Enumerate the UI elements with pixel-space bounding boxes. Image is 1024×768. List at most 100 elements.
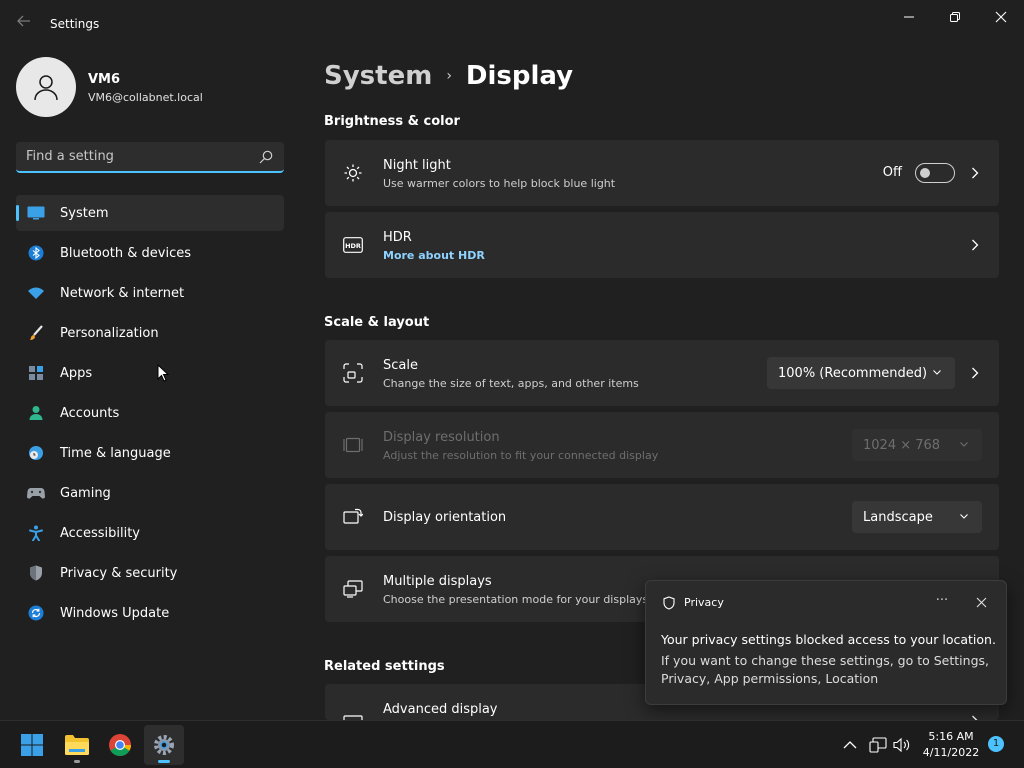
night-light-state: Off [882,165,902,180]
scale-dropdown[interactable]: 100% (Recommended) [767,357,955,389]
gamepad-icon [27,485,45,501]
active-indicator [158,760,170,763]
network-tray-icon[interactable] [868,735,888,755]
avatar [16,57,76,117]
start-button[interactable] [12,725,52,765]
accounts-person-icon [27,405,45,421]
notification-count-badge[interactable]: 1 [988,736,1004,752]
sidebar-item-label: Privacy & security [60,565,178,581]
section-title-scale-layout: Scale & layout [324,315,430,330]
update-icon [27,605,45,621]
chevron-up-icon[interactable] [840,735,860,755]
resolution-value: 1024 × 768 [863,437,941,453]
sidebar-item-time-language[interactable]: Time & language [16,435,284,471]
resolution-icon [343,435,363,455]
scale-value: 100% (Recommended) [778,365,928,381]
user-email: VM6@collabnet.local [88,91,203,104]
bluetooth-icon [27,245,45,261]
user-profile[interactable]: VM6 VM6@collabnet.local [16,57,286,117]
display-orientation-card[interactable]: Display orientation Landscape [325,484,999,550]
night-light-toggle[interactable] [915,163,955,183]
user-name: VM6 [88,72,121,87]
privacy-notification[interactable]: Privacy ··· Your privacy settings blocke… [645,580,1007,705]
restore-icon [950,12,960,22]
title-bar: Settings [0,0,1024,48]
night-light-card[interactable]: Night light Use warmer colors to help bl… [325,140,999,206]
multiple-displays-title: Multiple displays [383,574,492,589]
back-button[interactable] [14,14,34,34]
scale-card[interactable]: Scale Change the size of text, apps, and… [325,340,999,406]
clock-globe-icon [27,445,45,461]
hdr-card[interactable]: HDR HDR More about HDR [325,212,999,278]
svg-text:HDR: HDR [345,242,361,250]
taskbar-clock[interactable]: 5:16 AM 4/11/2022 [918,729,984,761]
brush-icon [27,325,45,341]
multiple-displays-subtitle: Choose the presentation mode for your di… [383,593,649,606]
night-light-title: Night light [383,158,451,173]
notification-close-button[interactable] [971,592,991,612]
shield-outline-icon [663,596,675,610]
chevron-down-icon [960,442,968,447]
running-indicator [74,760,80,763]
section-title-related: Related settings [324,659,445,674]
volume-icon[interactable] [892,735,912,755]
sidebar-item-gaming[interactable]: Gaming [16,475,284,511]
wifi-icon [27,285,45,301]
shield-icon [27,565,45,581]
notification-body: If you want to change these settings, go… [661,653,989,686]
chrome-button[interactable] [100,725,140,765]
monitor-icon [27,205,45,221]
orientation-icon [343,507,363,527]
taskbar: 5:16 AM 4/11/2022 1 [0,720,1024,768]
scale-subtitle: Change the size of text, apps, and other… [383,377,639,390]
notification-app-name: Privacy [684,596,724,609]
sidebar-item-label: Personalization [60,325,159,341]
minimize-button[interactable] [886,6,932,28]
close-icon [976,597,986,607]
sidebar-item-privacy-security[interactable]: Privacy & security [16,555,284,591]
scale-icon [343,363,363,383]
sidebar-item-label: Gaming [60,485,111,501]
sidebar-item-accessibility[interactable]: Accessibility [16,515,284,551]
night-light-subtitle: Use warmer colors to help block blue lig… [383,177,616,190]
section-title-brightness: Brightness & color [324,114,460,129]
sidebar-item-accounts[interactable]: Accounts [16,395,284,431]
search-icon[interactable] [258,149,274,165]
arrow-left-icon [17,15,30,27]
multiple-displays-icon [343,579,363,599]
gear-icon [154,735,174,755]
breadcrumb-parent[interactable]: System [324,61,432,91]
person-icon [34,75,58,101]
chevron-right-icon [969,165,981,181]
sidebar-item-system[interactable]: System [16,195,284,231]
sidebar-nav: System Bluetooth & devices Network & int… [16,195,284,635]
apps-icon [27,365,45,381]
settings-taskbar-button[interactable] [144,725,184,765]
sidebar-item-bluetooth[interactable]: Bluetooth & devices [16,235,284,271]
search-input[interactable] [16,142,252,171]
hdr-more-link[interactable]: More about HDR [383,249,485,262]
notification-title: Your privacy settings blocked access to … [661,632,996,647]
sidebar-item-label: Bluetooth & devices [60,245,191,261]
night-light-icon [343,163,363,183]
windows-logo-icon [21,734,43,756]
sidebar-item-network[interactable]: Network & internet [16,275,284,311]
sidebar-item-label: System [60,205,109,221]
sidebar-item-personalization[interactable]: Personalization [16,315,284,351]
folder-icon [65,735,89,755]
app-title: Settings [50,17,100,31]
sidebar-item-label: Network & internet [60,285,185,301]
file-explorer-button[interactable] [57,725,97,765]
search-box [16,142,284,173]
page-title: Display [465,61,574,91]
close-button[interactable] [978,6,1024,28]
more-options-button[interactable]: ··· [931,591,953,613]
scale-title: Scale [383,358,418,373]
restore-button[interactable] [932,6,978,28]
display-orientation-title: Display orientation [383,510,507,525]
hdr-title: HDR [383,230,412,245]
orientation-dropdown[interactable]: Landscape [852,501,982,533]
resolution-dropdown: 1024 × 768 [852,429,982,461]
sidebar-item-windows-update[interactable]: Windows Update [16,595,284,631]
sidebar-item-apps[interactable]: Apps [16,355,284,391]
